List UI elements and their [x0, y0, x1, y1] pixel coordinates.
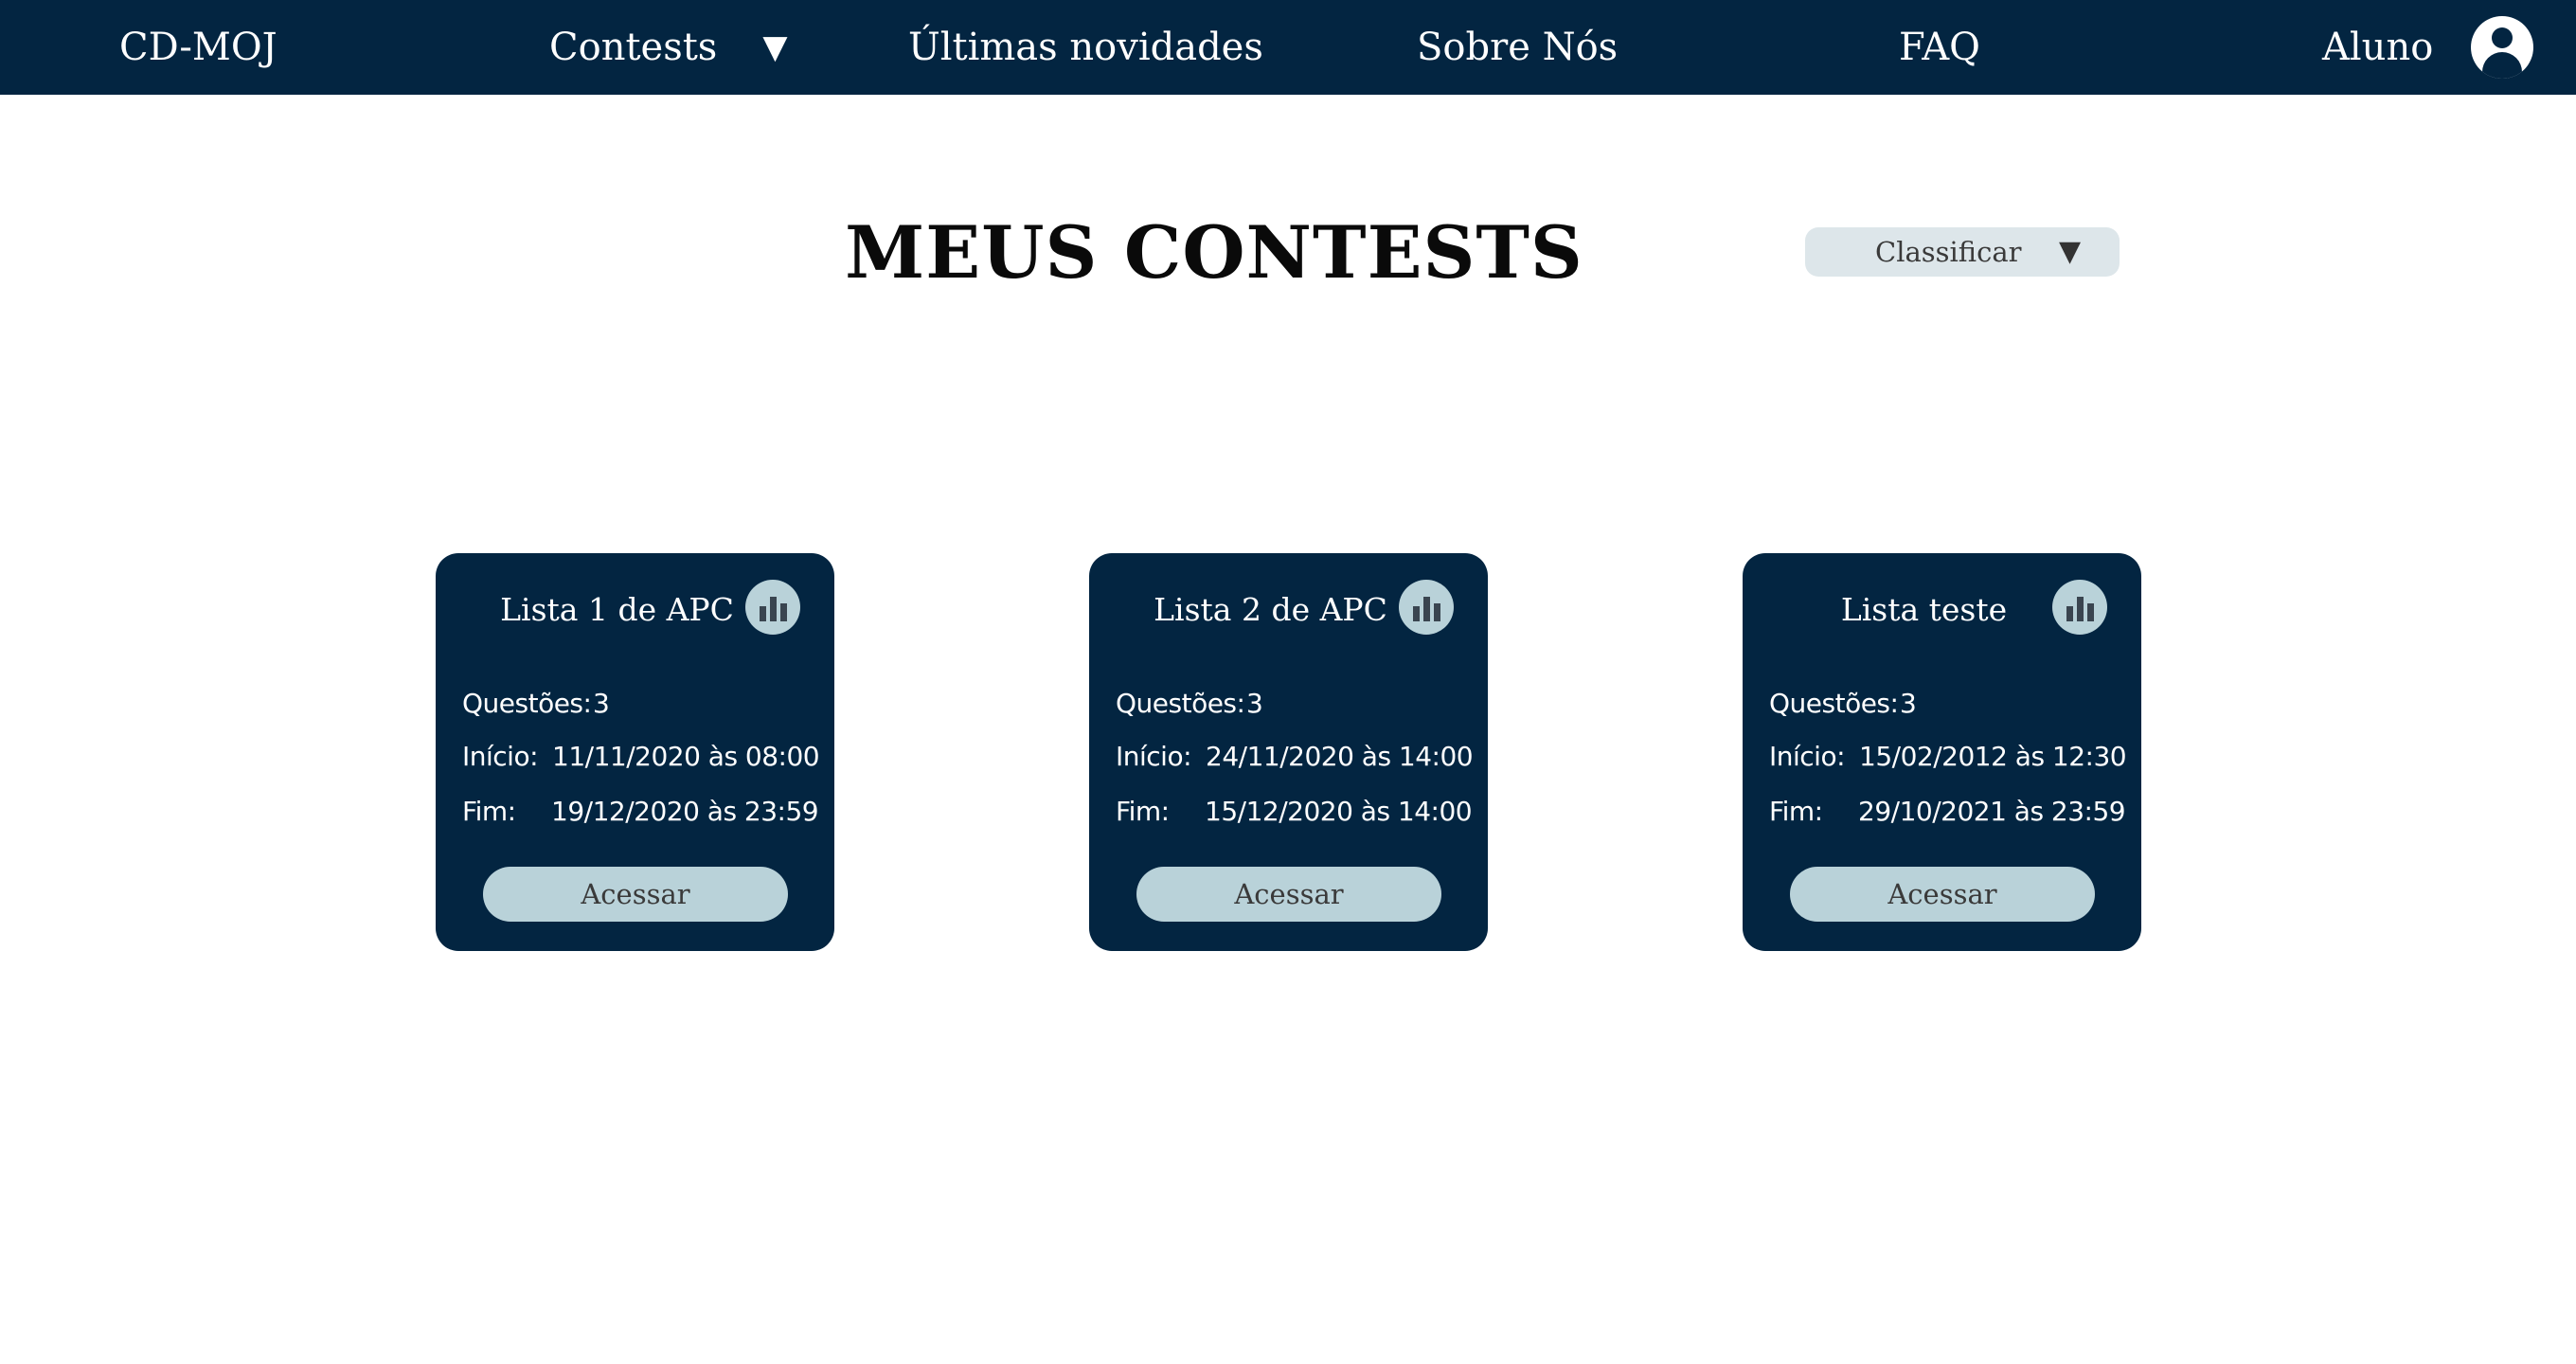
- start-label: Início:: [462, 741, 539, 772]
- contests-menu[interactable]: Contests ▼: [549, 0, 787, 95]
- news-link[interactable]: Últimas novidades: [908, 0, 1263, 95]
- contest-card: Lista 1 de APC Questões: 3 Início: 11/11/2…: [436, 553, 834, 951]
- questions-value: 3: [1900, 688, 1917, 719]
- contest-title-text: Lista 1 de APC: [500, 591, 734, 628]
- avatar-head: [2492, 27, 2513, 48]
- start-value: 11/11/2020 às 08:00: [552, 741, 820, 772]
- sort-label: Classificar: [1875, 236, 2022, 268]
- end-label: Fim:: [1116, 796, 1170, 827]
- end-row: Fim: 15/12/2020 às 14:00: [1116, 796, 1473, 828]
- user-avatar-icon[interactable]: [2471, 16, 2533, 79]
- start-value: 24/11/2020 às 14:00: [1206, 741, 1474, 772]
- contest-title-text: Lista teste: [1840, 591, 2008, 628]
- start-label: Início:: [1116, 741, 1192, 772]
- page-title: MEUS CONTESTS: [0, 210, 2576, 296]
- faq-link[interactable]: FAQ: [1899, 0, 1980, 95]
- start-row: Início: 11/11/2020 às 08:00: [462, 741, 820, 773]
- end-value: 29/10/2021 às 23:59: [1858, 796, 2126, 827]
- access-button[interactable]: Acessar: [1136, 867, 1441, 922]
- chevron-down-icon: ▼: [762, 28, 788, 66]
- start-row: Início: 24/11/2020 às 14:00: [1116, 741, 1474, 773]
- bar-chart-icon[interactable]: [745, 580, 800, 635]
- end-row: Fim: 29/10/2021 às 23:59: [1769, 796, 2126, 828]
- contests-label: Contests: [549, 26, 718, 69]
- questions-value: 3: [1246, 688, 1263, 719]
- start-value: 15/02/2012 às 12:30: [1859, 741, 2127, 772]
- end-value: 15/12/2020 às 14:00: [1205, 796, 1473, 827]
- questions-row: Questões: 3: [1116, 688, 1263, 720]
- brand-link[interactable]: CD-MOJ: [119, 0, 277, 95]
- avatar-body: [2482, 52, 2522, 79]
- questions-label: Questões:: [1769, 688, 1899, 719]
- contest-card: Lista teste Questões: 3 Início: 15/02/2012…: [1743, 553, 2141, 951]
- questions-row: Questões: 3: [1769, 688, 1917, 720]
- about-link[interactable]: Sobre Nós: [1417, 0, 1618, 95]
- end-value: 19/12/2020 às 23:59: [551, 796, 819, 827]
- page-title-text: MEUS CONTESTS: [845, 210, 1583, 295]
- questions-value: 3: [593, 688, 610, 719]
- questions-label: Questões:: [462, 688, 592, 719]
- chevron-down-icon: ▼: [2059, 235, 2082, 268]
- questions-row: Questões: 3: [462, 688, 610, 720]
- contest-card: Lista 2 de APC Questões: 3 Início: 24/11/2…: [1089, 553, 1488, 951]
- contest-title-text: Lista 2 de APC: [1154, 591, 1387, 628]
- user-name[interactable]: Aluno: [2322, 0, 2433, 95]
- start-label: Início:: [1769, 741, 1846, 772]
- questions-label: Questões:: [1116, 688, 1245, 719]
- end-label: Fim:: [1769, 796, 1823, 827]
- end-label: Fim:: [462, 796, 516, 827]
- end-row: Fim: 19/12/2020 às 23:59: [462, 796, 819, 828]
- bar-chart-icon[interactable]: [2052, 580, 2107, 635]
- top-navbar: CD-MOJ Contests ▼ Últimas novidades Sobre…: [0, 0, 2576, 95]
- bar-chart-icon[interactable]: [1399, 580, 1454, 635]
- start-row: Início: 15/02/2012 às 12:30: [1769, 741, 2127, 773]
- access-button[interactable]: Acessar: [483, 867, 788, 922]
- access-button[interactable]: Acessar: [1790, 867, 2095, 922]
- sort-dropdown[interactable]: Classificar ▼: [1805, 227, 2120, 277]
